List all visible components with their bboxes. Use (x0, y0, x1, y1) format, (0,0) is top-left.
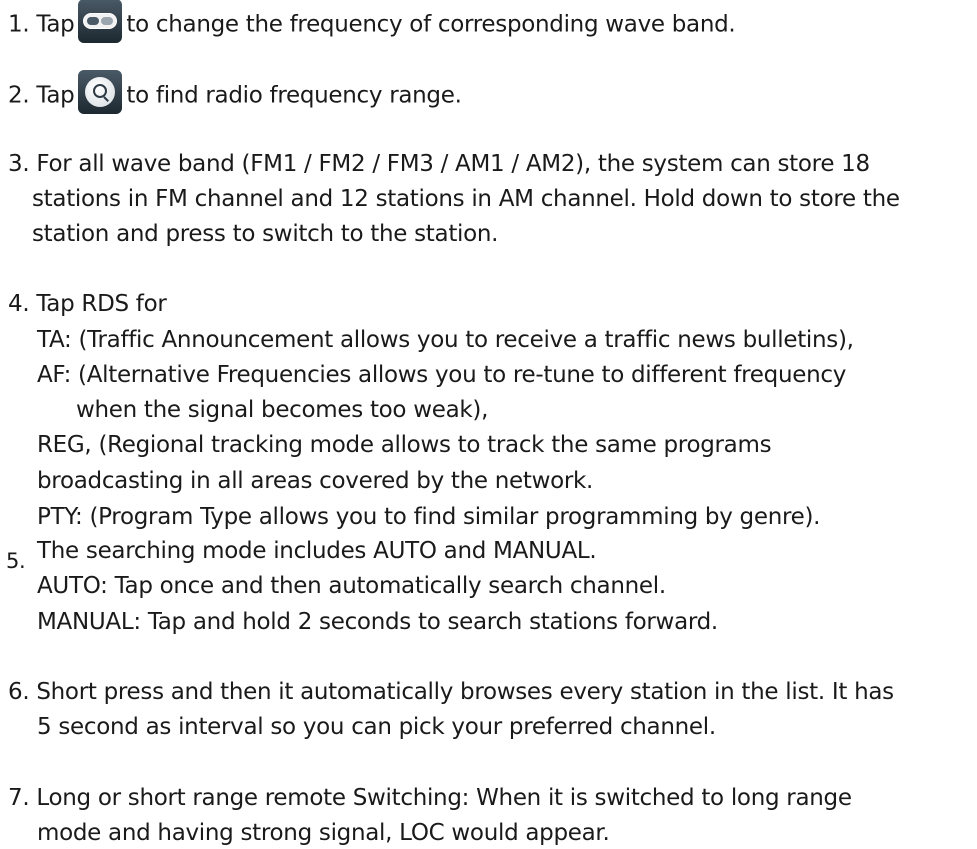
fm-am-toggle-icon (78, 0, 123, 43)
item-4-line-7: PTY: (Program Type allows you to find si… (37, 504, 821, 530)
manual-page: 1. Tap to change the frequency of corresp… (0, 0, 977, 848)
item-5-line-2: AUTO: Tap once and then automatically se… (37, 573, 666, 599)
item-6-line-2: 5 second as interval so you can pick you… (37, 714, 716, 740)
item-4-line-2: TA: (Traffic Announcement allows you to … (37, 327, 854, 353)
item-5-line-3: MANUAL: Tap and hold 2 seconds to search… (37, 609, 718, 635)
item-6-line-1: 6. Short press and then it automatically… (8, 679, 894, 705)
item-2-tap: Tap (36, 82, 75, 109)
item-2-text: to find radio frequency range. (126, 82, 462, 109)
item-4-line-5: REG, (Regional tracking mode allows to t… (37, 432, 772, 458)
item-1: 1. Tap to change the frequency of corresp… (8, 0, 736, 43)
item-4-line-6: broadcasting in all areas covered by the… (37, 468, 594, 494)
item-4-line-1: 4. Tap RDS for (8, 291, 167, 317)
item-3-line-1: 3. For all wave band (FM1 / FM2 / FM3 / … (8, 151, 870, 177)
item-7-line-2: mode and having strong signal, LOC would… (37, 820, 610, 846)
item-7-line-1: 7. Long or short range remote Switching:… (8, 785, 852, 811)
item-3-line-3: station and press to switch to the stati… (32, 221, 499, 247)
item-1-tap: Tap (36, 11, 75, 38)
search-icon (78, 70, 123, 114)
item-4-line-4: when the signal becomes too weak), (76, 397, 489, 423)
item-1-number: 1. (8, 11, 30, 38)
item-4-line-3: AF: (Alternative Frequencies allows you … (37, 362, 847, 388)
item-5-line-1: The searching mode includes AUTO and MAN… (37, 538, 597, 564)
item-2: 2. Tap to find radio frequency range. (8, 70, 462, 114)
item-2-number: 2. (8, 82, 30, 109)
item-1-text: to change the frequency of corresponding… (126, 11, 736, 38)
item-5-number: 5. (6, 549, 26, 573)
item-3-line-2: stations in FM channel and 12 stations i… (32, 186, 900, 212)
